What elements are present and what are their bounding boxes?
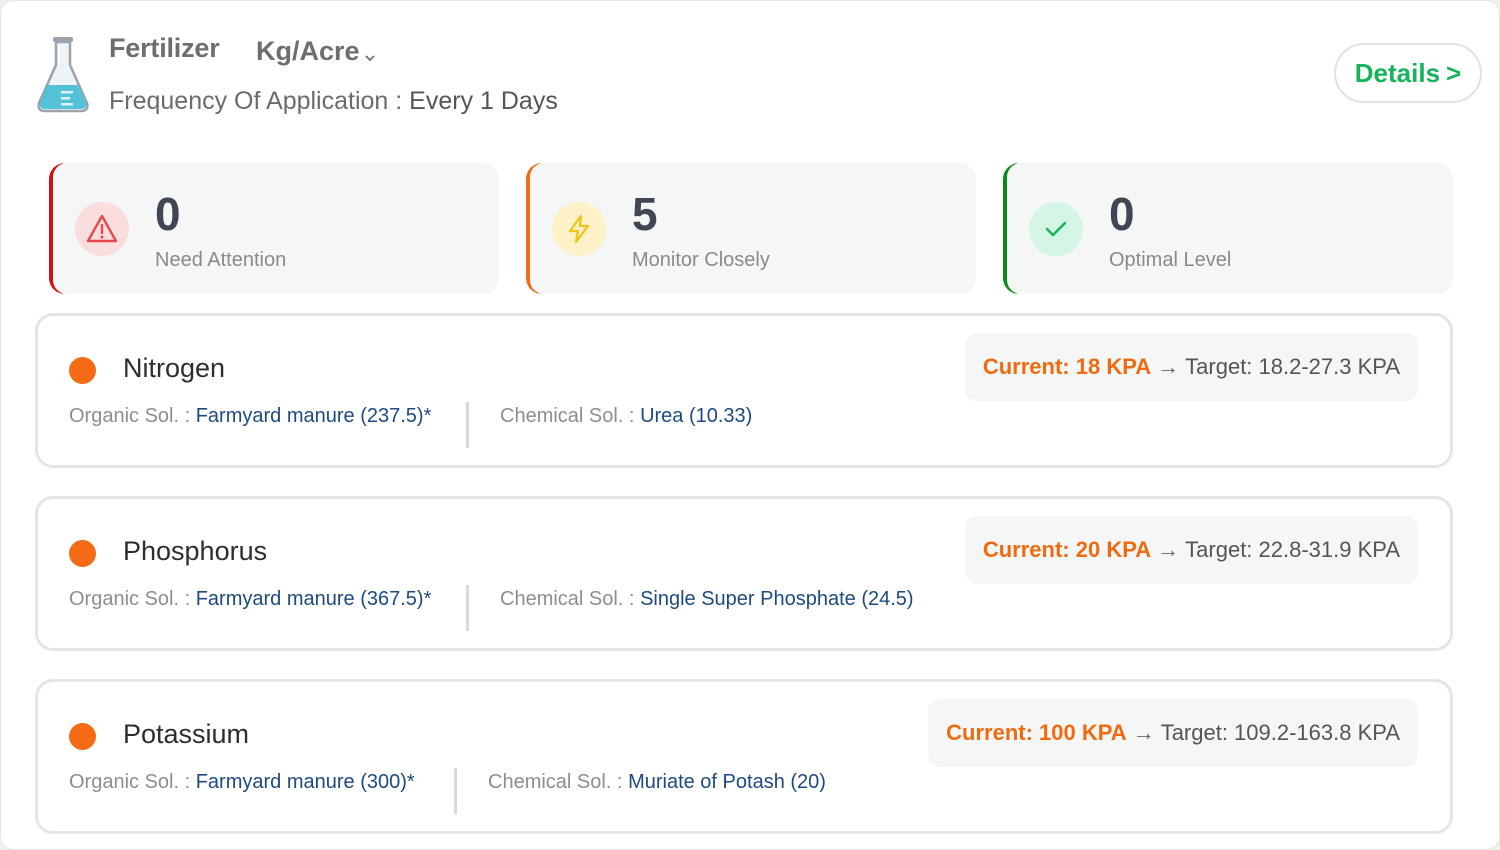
stat-card-need-attention[interactable]: 0 Need Attention — [49, 163, 499, 294]
stat-count: 0 — [1109, 188, 1135, 240]
nutrient-card-phosphorus[interactable]: Phosphorus Organic Sol. : Farmyard manur… — [35, 496, 1453, 651]
nutrient-name: Potassium — [123, 719, 250, 749]
current-level: Current: 100 KPA — [946, 720, 1127, 745]
target-range: Target: 18.2-27.3 KPA — [1185, 354, 1400, 379]
chemical-solution-value: Urea (10.33) — [640, 405, 753, 427]
chemical-solution: Chemical Sol. : Urea (10.33) — [500, 405, 752, 428]
chemical-solution-value: Muriate of Potash (20) — [628, 771, 826, 793]
organic-solution-label: Organic Sol. : — [69, 771, 196, 793]
chemical-solution: Chemical Sol. : Single Super Phosphate (… — [500, 588, 914, 611]
organic-solution-label: Organic Sol. : — [69, 588, 196, 610]
current-level: Current: 18 KPA — [982, 354, 1152, 379]
chemical-solution-value: Single Super Phosphate (24.5) — [640, 588, 914, 610]
chevron-right-icon: > — [1446, 57, 1462, 88]
stat-label: Optimal Level — [1109, 249, 1232, 271]
arrow-right-icon: → — [1157, 354, 1180, 379]
chevron-down-icon — [364, 39, 376, 70]
solution-divider — [466, 402, 469, 448]
stat-label: Monitor Closely — [632, 249, 770, 271]
frequency-value: Every 1 Days — [409, 87, 558, 115]
arrow-right-icon: → — [1157, 537, 1180, 562]
frequency-label: Frequency Of Application : — [109, 87, 410, 115]
organic-solution: Organic Sol. : Farmyard manure (367.5)* — [69, 588, 431, 611]
nutrient-card-potassium[interactable]: Potassium Organic Sol. : Farmyard manure… — [35, 679, 1453, 834]
organic-solution-value: Farmyard manure (300)* — [195, 771, 415, 793]
level-summary: Current: 100 KPA → Target: 109.2-163.8 K… — [928, 699, 1418, 767]
organic-solution: Organic Sol. : Farmyard manure (237.5)* — [69, 405, 431, 428]
stat-card-monitor-closely[interactable]: 5 Monitor Closely — [526, 163, 976, 294]
details-button-label: Details — [1354, 57, 1441, 88]
status-dot — [69, 540, 96, 567]
page-title: Fertilizer — [109, 33, 220, 63]
stat-label: Need Attention — [155, 249, 287, 271]
details-button[interactable]: Details > — [1334, 43, 1482, 103]
stat-count: 0 — [155, 188, 181, 240]
frequency-of-application: Frequency Of Application : Every 1 Days — [109, 87, 558, 116]
current-level: Current: 20 KPA — [982, 537, 1152, 562]
stat-card-optimal-level[interactable]: 0 Optimal Level — [1003, 163, 1453, 294]
unit-dropdown-value: Kg/Acre — [256, 36, 360, 66]
fertilizer-panel: Fertilizer Kg/Acre Frequency Of Applicat… — [0, 0, 1500, 850]
stat-accent-bar — [1003, 163, 1021, 294]
status-dot — [69, 723, 96, 750]
level-summary: Current: 18 KPA → Target: 18.2-27.3 KPA — [964, 333, 1418, 401]
lightning-bolt-icon — [552, 202, 606, 256]
organic-solution-value: Farmyard manure (367.5)* — [195, 588, 432, 610]
organic-solution-value: Farmyard manure (237.5)* — [195, 405, 432, 427]
flask-icon — [35, 35, 91, 115]
chemical-solution-label: Chemical Sol. : — [500, 405, 641, 427]
status-dot — [69, 357, 96, 384]
nutrient-name: Phosphorus — [123, 536, 268, 566]
chemical-solution: Chemical Sol. : Muriate of Potash (20) — [488, 771, 826, 794]
warning-triangle-icon — [75, 202, 129, 256]
checkmark-icon — [1029, 202, 1083, 256]
organic-solution-label: Organic Sol. : — [69, 405, 196, 427]
target-range: Target: 22.8-31.9 KPA — [1185, 537, 1400, 562]
chemical-solution-label: Chemical Sol. : — [488, 771, 629, 793]
stat-count: 5 — [632, 188, 658, 240]
chemical-solution-label: Chemical Sol. : — [500, 588, 641, 610]
stat-accent-bar — [526, 163, 544, 294]
organic-solution: Organic Sol. : Farmyard manure (300)* — [69, 771, 415, 794]
stat-accent-bar — [49, 163, 67, 294]
level-summary: Current: 20 KPA → Target: 22.8-31.9 KPA — [964, 516, 1418, 584]
nutrient-card-nitrogen[interactable]: Nitrogen Organic Sol. : Farmyard manure … — [35, 313, 1453, 468]
target-range: Target: 109.2-163.8 KPA — [1160, 720, 1400, 745]
solution-divider — [454, 768, 457, 814]
unit-dropdown[interactable]: Kg/Acre — [256, 33, 376, 70]
solution-divider — [466, 585, 469, 631]
arrow-right-icon: → — [1132, 720, 1155, 745]
nutrient-name: Nitrogen — [123, 353, 226, 383]
